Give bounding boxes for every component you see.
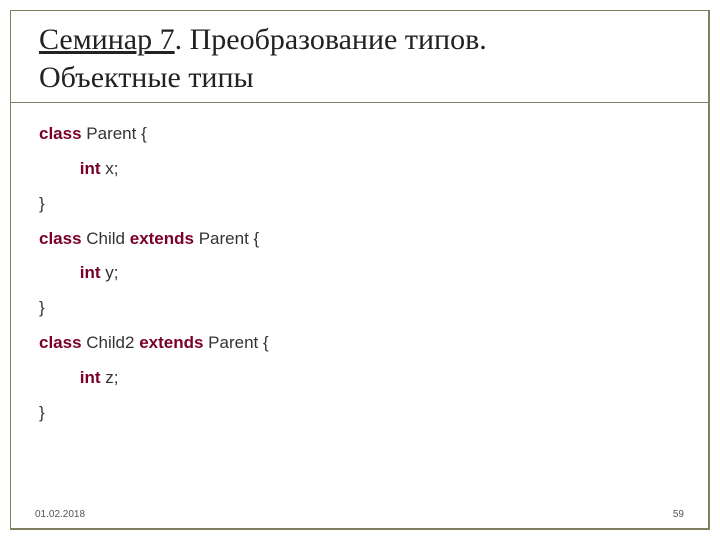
footer-page-number: 59: [673, 509, 684, 520]
code-text-7a: Child2: [82, 333, 140, 352]
title-block: Семинар 7. Преобразование типов. Объектн…: [11, 11, 708, 103]
kw-int-2: int: [80, 263, 101, 282]
code-text-2: x;: [101, 159, 119, 178]
code-line-8: int z;: [39, 361, 680, 396]
title-line-2: Объектные типы: [39, 59, 680, 97]
kw-class-1: class: [39, 124, 82, 143]
kw-class-3: class: [39, 333, 82, 352]
title-rest-line1: . Преобразование типов.: [175, 23, 487, 56]
code-text-5: y;: [101, 263, 119, 282]
code-line-2: int x;: [39, 152, 680, 187]
code-line-9: }: [39, 396, 680, 431]
code-line-4: class Child extends Parent {: [39, 222, 680, 257]
title-line-1: Семинар 7. Преобразование типов.: [39, 21, 680, 59]
code-text-4a: Child: [82, 229, 130, 248]
code-text-4b: Parent {: [194, 229, 259, 248]
code-line-1: class Parent {: [39, 117, 680, 152]
kw-extends-2: extends: [139, 333, 203, 352]
title-underlined: Семинар 7: [39, 23, 175, 56]
code-text-7b: Parent {: [203, 333, 268, 352]
kw-int-1: int: [80, 159, 101, 178]
code-line-6: }: [39, 291, 680, 326]
kw-int-3: int: [80, 368, 101, 387]
code-line-7: class Child2 extends Parent {: [39, 326, 680, 361]
slide-frame: Семинар 7. Преобразование типов. Объектн…: [10, 10, 710, 530]
code-block: class Parent { int x; } class Child exte…: [11, 103, 708, 431]
code-text-8: z;: [101, 368, 119, 387]
kw-extends-1: extends: [130, 229, 194, 248]
footer: 01.02.2018 59: [11, 509, 708, 520]
code-line-3: }: [39, 187, 680, 222]
kw-class-2: class: [39, 229, 82, 248]
code-line-5: int y;: [39, 256, 680, 291]
code-text-1: Parent {: [82, 124, 147, 143]
footer-date: 01.02.2018: [35, 509, 85, 520]
